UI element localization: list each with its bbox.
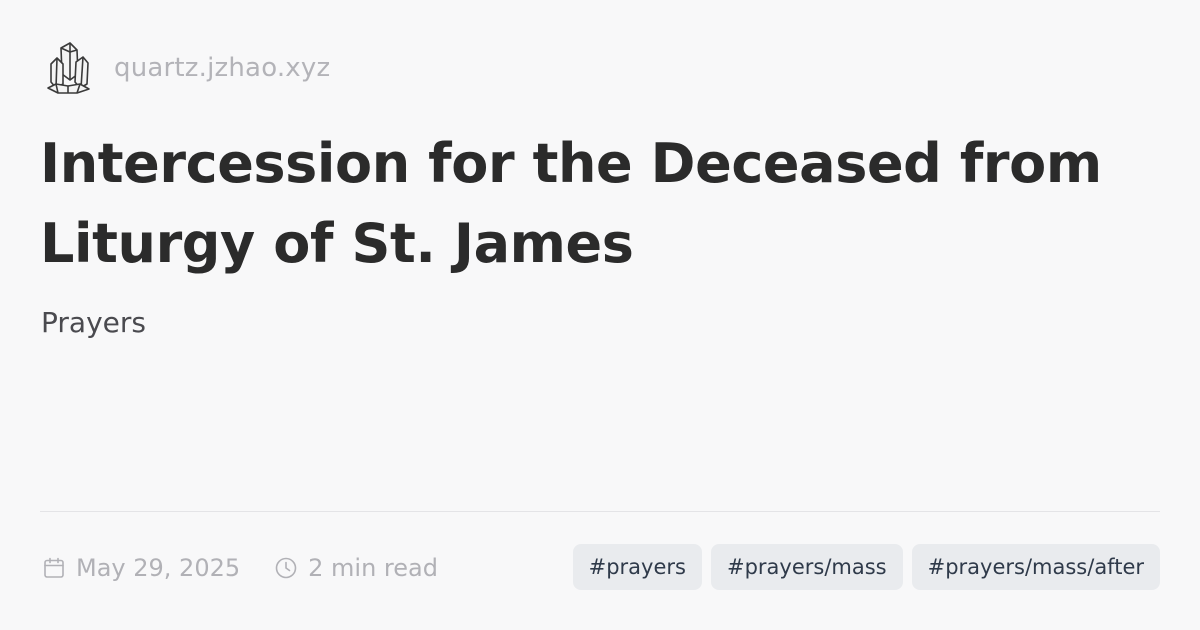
quartz-crystal-icon bbox=[47, 42, 90, 94]
divider bbox=[40, 511, 1160, 512]
tag-prayers[interactable]: #prayers bbox=[572, 544, 702, 590]
site-header: quartz.jzhao.xyz bbox=[44, 40, 330, 96]
page-title: Intercession for the Deceased from Litur… bbox=[40, 132, 1102, 275]
clock-icon bbox=[275, 557, 297, 579]
reading-time-meta: 2 min read bbox=[274, 554, 438, 582]
reading-time: 2 min read bbox=[308, 554, 438, 582]
site-name[interactable]: quartz.jzhao.xyz bbox=[114, 53, 330, 83]
page-description: Prayers bbox=[41, 306, 146, 339]
calendar-icon bbox=[44, 557, 64, 578]
page-meta: May 29, 2025 2 min read bbox=[42, 548, 438, 588]
tag-list: #prayers #prayers/mass #prayers/mass/aft… bbox=[572, 544, 1160, 590]
tag-prayers-mass[interactable]: #prayers/mass bbox=[710, 544, 903, 590]
publish-date: May 29, 2025 bbox=[76, 554, 241, 582]
date-meta: May 29, 2025 bbox=[42, 554, 240, 582]
tag-prayers-mass-after[interactable]: #prayers/mass/after bbox=[911, 544, 1160, 590]
